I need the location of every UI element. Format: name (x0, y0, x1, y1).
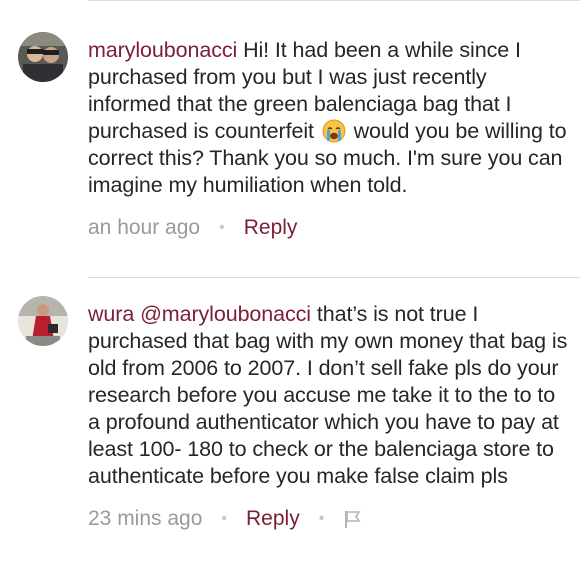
comment-meta: 23 mins ago • Reply • (88, 504, 568, 534)
reply-button[interactable]: Reply (246, 507, 300, 531)
avatar[interactable] (18, 296, 68, 346)
comment-text: wura @maryloubonacci that’s is not true … (88, 301, 568, 490)
timestamp: 23 mins ago (88, 507, 203, 530)
timestamp: an hour ago (88, 216, 201, 239)
comment-body: maryloubonacci Hi! It had been a while s… (88, 37, 568, 243)
comment-text: maryloubonacci Hi! It had been a while s… (88, 37, 568, 199)
separator-dot: • (221, 510, 228, 527)
crying-face-emoji-icon (322, 119, 346, 143)
comment-meta: an hour ago • Reply (88, 213, 568, 243)
divider (88, 277, 580, 278)
comment-body: wura @maryloubonacci that’s is not true … (88, 301, 568, 534)
comments-page: maryloubonacci Hi! It had been a while s… (0, 0, 580, 578)
reply-button[interactable]: Reply (244, 216, 298, 240)
username-link[interactable]: maryloubonacci (88, 38, 237, 62)
separator-dot: • (318, 510, 325, 527)
avatar[interactable] (18, 32, 68, 82)
mention-link[interactable]: @maryloubonacci (140, 302, 311, 326)
flag-icon[interactable] (343, 509, 363, 529)
separator-dot: • (219, 219, 225, 236)
divider (88, 0, 580, 1)
username-link[interactable]: wura (88, 302, 134, 326)
comment-content: that’s is not true I purchased that bag … (88, 302, 568, 488)
